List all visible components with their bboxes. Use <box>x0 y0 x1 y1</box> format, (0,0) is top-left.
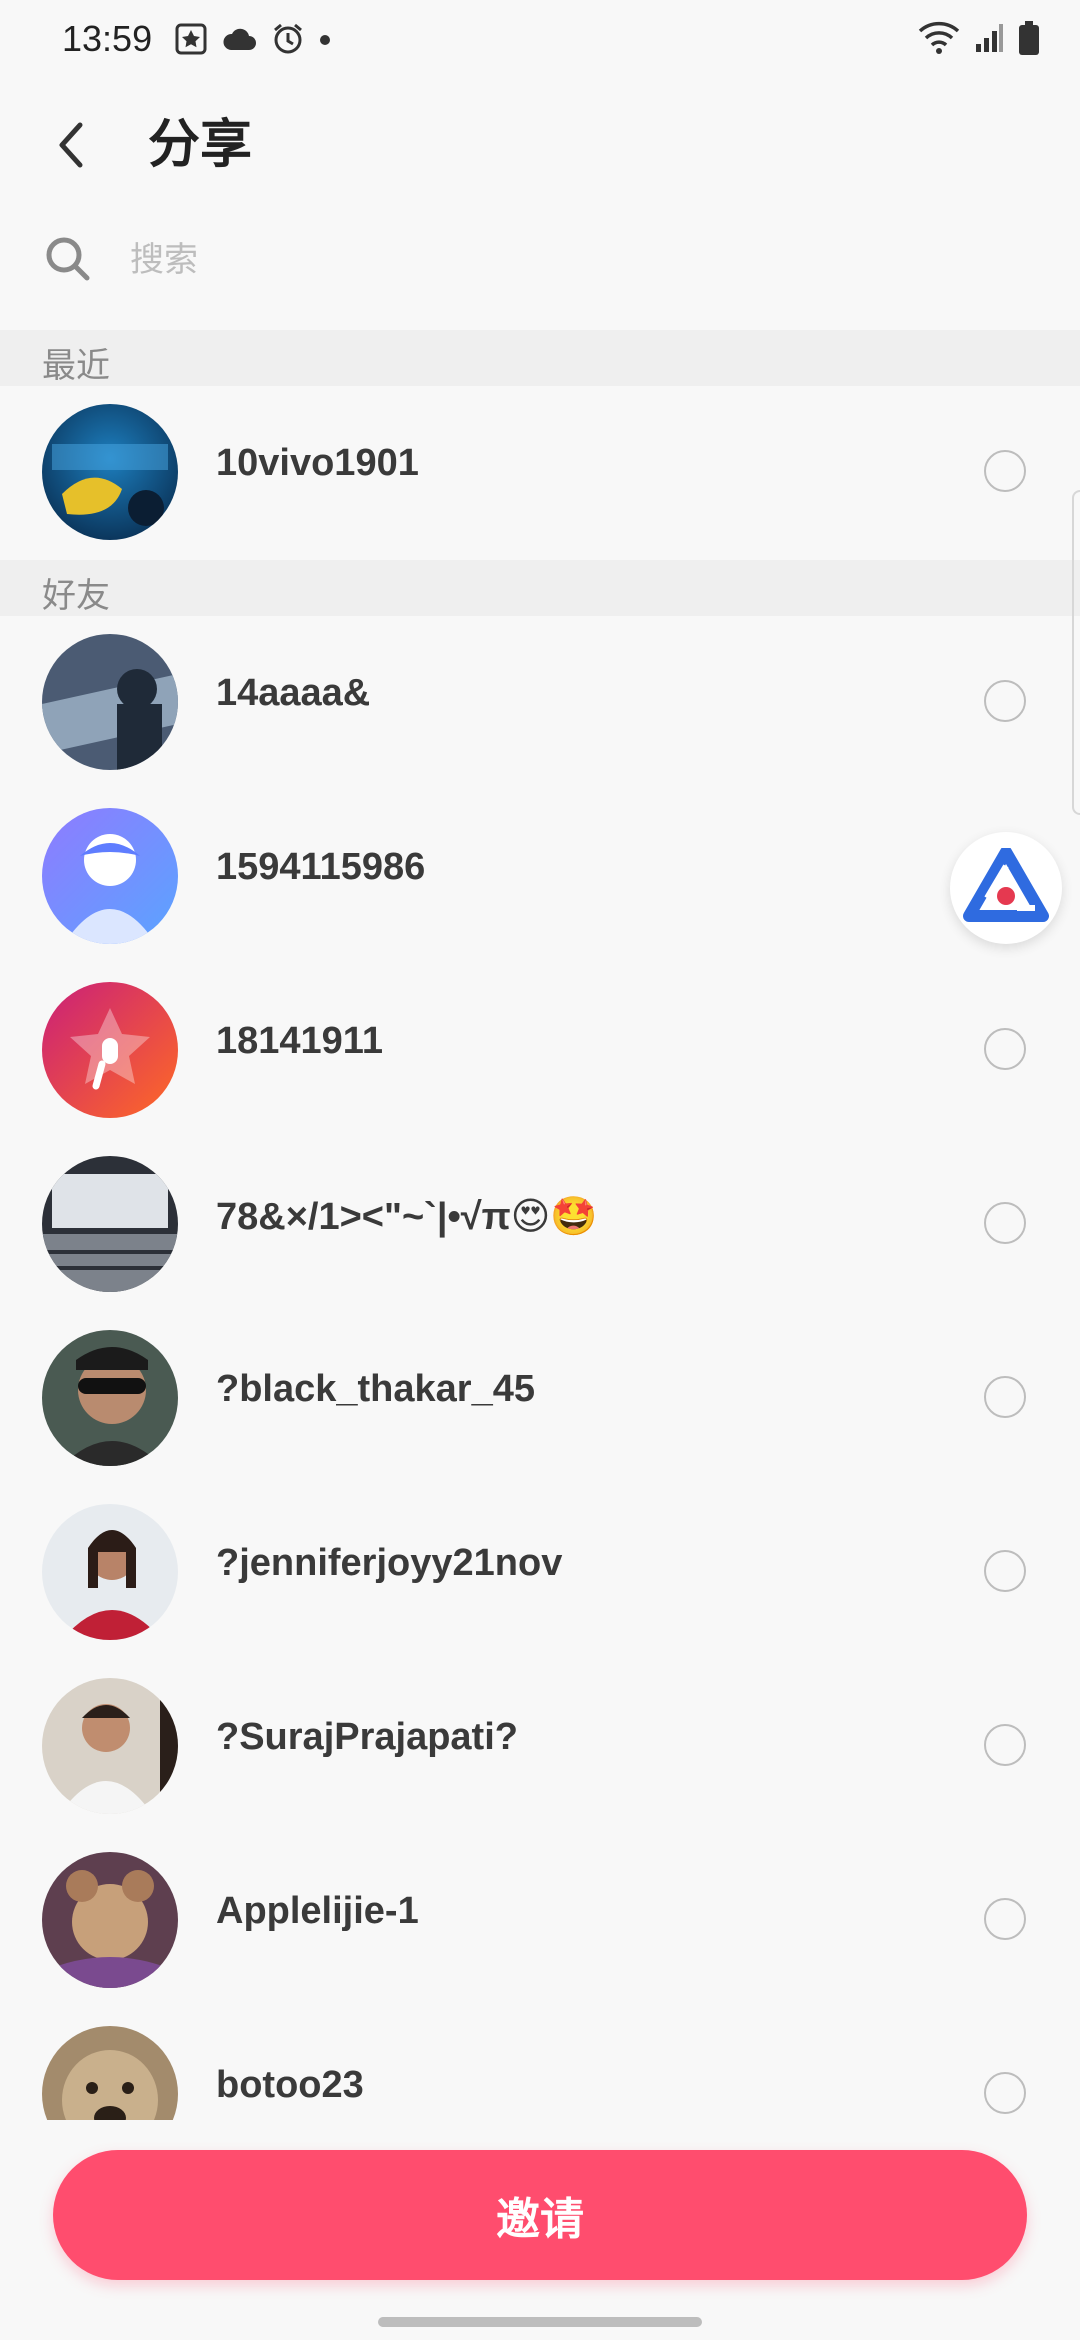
page-title: 分享 <box>148 116 253 174</box>
avatar <box>42 634 178 770</box>
list-item[interactable]: Applelijie-1 <box>0 1834 1080 2006</box>
username: botoo23 <box>216 2064 364 2106</box>
section-label-friends: 好友 <box>42 577 110 615</box>
search-input[interactable] <box>128 227 932 293</box>
status-bar: 13:59 <box>0 0 1080 80</box>
select-radio[interactable] <box>984 1898 1026 1940</box>
section-header-recent: 最近 <box>0 330 1080 386</box>
avatar <box>42 1504 178 1640</box>
list-item[interactable]: 14aaaa& <box>0 616 1080 788</box>
username: 18141911 <box>216 1020 383 1062</box>
battery-icon <box>1018 20 1040 61</box>
list-item[interactable]: ?jenniferjoyy21nov <box>0 1486 1080 1658</box>
home-indicator[interactable] <box>378 2317 702 2327</box>
avatar <box>42 1330 178 1466</box>
list-item[interactable]: ?SurajPrajapati? <box>0 1660 1080 1832</box>
username: ?black_thakar_45 <box>216 1368 535 1410</box>
alarm-icon <box>271 22 305 61</box>
username: 78&×/1><"~`|•√π😍🤩 <box>216 1196 598 1238</box>
notification-dot-icon <box>319 33 331 51</box>
avatar <box>42 404 178 540</box>
username: 1594115986 <box>216 846 426 888</box>
search-bar <box>0 215 1080 305</box>
scrollbar-thumb[interactable] <box>1072 490 1080 815</box>
username: 10vivo1901 <box>216 442 419 484</box>
username: 14aaaa& <box>216 672 371 714</box>
status-left-icons <box>175 22 331 61</box>
list-item[interactable]: ?black_thakar_45 <box>0 1312 1080 1484</box>
select-radio[interactable] <box>984 2072 1026 2114</box>
avatar <box>42 1156 178 1292</box>
status-time: 13:59 <box>62 18 153 59</box>
section-header-friends: 好友 <box>0 560 1080 616</box>
select-radio[interactable] <box>984 1028 1026 1070</box>
username: ?SurajPrajapati? <box>216 1716 518 1758</box>
avatar <box>42 1678 178 1814</box>
cloud-icon <box>221 26 257 57</box>
select-radio[interactable] <box>984 1724 1026 1766</box>
search-icon <box>42 233 94 290</box>
back-button[interactable] <box>40 100 100 190</box>
bottom-bar: 邀请 <box>0 2120 1080 2340</box>
select-radio[interactable] <box>984 1550 1026 1592</box>
star-badge-icon <box>175 23 207 60</box>
header: 分享 <box>0 80 1080 230</box>
list-item[interactable]: 78&×/1><"~`|•√π😍🤩 <box>0 1138 1080 1310</box>
list-item[interactable]: 10vivo1901 <box>0 386 1080 558</box>
select-radio[interactable] <box>984 450 1026 492</box>
username: Applelijie-1 <box>216 1890 419 1932</box>
signal-icon <box>974 22 1004 59</box>
list-item[interactable]: 18141911 <box>0 964 1080 1136</box>
select-radio[interactable] <box>984 680 1026 722</box>
avatar <box>42 1852 178 1988</box>
back-arrow-icon <box>59 122 83 168</box>
floating-assistant-button[interactable] <box>950 832 1062 944</box>
section-label-recent: 最近 <box>42 347 110 385</box>
avatar <box>42 982 178 1118</box>
select-radio[interactable] <box>984 1202 1026 1244</box>
avatar <box>42 808 178 944</box>
list-item[interactable]: 1594115986 <box>0 790 1080 962</box>
username: ?jenniferjoyy21nov <box>216 1542 563 1584</box>
wifi-icon <box>918 21 960 60</box>
assistant-logo-icon <box>963 848 1049 922</box>
status-right-icons <box>918 20 1040 61</box>
invite-button[interactable]: 邀请 <box>53 2150 1027 2280</box>
select-radio[interactable] <box>984 1376 1026 1418</box>
